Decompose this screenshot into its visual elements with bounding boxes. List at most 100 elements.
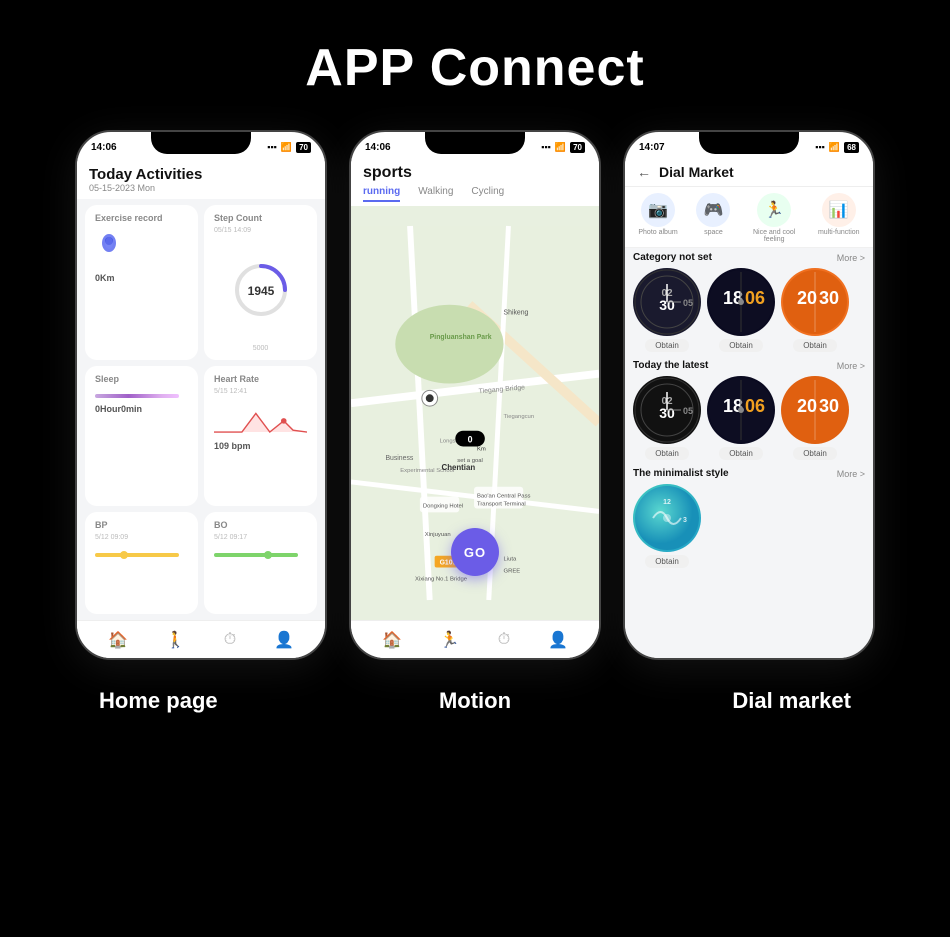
category-more[interactable]: More > [837,253,865,263]
phone2-title: sports [363,164,587,182]
bo-dot [264,551,272,559]
latest-more[interactable]: More > [837,361,865,371]
map-area: Pingluanshan Park Tiegang Bridge Tiegang… [351,206,599,620]
nav2-home-icon[interactable]: 🏠 [382,630,402,650]
dial-section-category: Category not set More > 02 30 05 [625,248,873,356]
exercise-label: Exercise record [95,213,188,223]
nav-home-icon[interactable]: 🏠 [108,630,128,650]
svg-text:20: 20 [797,288,817,308]
step-sublabel: 05/15 14:09 [214,227,307,234]
svg-text:Liuta: Liuta [504,557,517,563]
bottom-labels: Home page Motion Dial market [0,688,950,714]
minimalist-items: 12 3 Obtain [633,484,865,568]
svg-text:30: 30 [819,396,839,416]
dial-item-3: 20 30 Obtain [781,268,849,352]
nav-watch-icon[interactable]: ⏱ [224,631,236,649]
bp-label: BP [95,520,188,530]
phone-motion: 14:06 ▪▪▪ 📶 70 sports running Walking Cy… [349,130,601,660]
cat-photo-album[interactable]: 📷 Photo album [638,193,677,243]
latest-header: Today the latest More > [633,360,865,371]
cat-space-label: space [704,229,723,236]
heart-value: 109 bpm [214,441,307,451]
bo-bar [214,553,298,557]
phone1-content: Today Activities 05-15-2023 Mon Exercise… [77,158,325,658]
heart-graph [214,403,307,435]
svg-text:30: 30 [819,288,839,308]
svg-text:Km: Km [477,446,486,452]
phone1-signal: ▪▪▪ [267,142,277,152]
tab-walking[interactable]: Walking [418,186,453,202]
svg-text:18: 18 [723,288,743,308]
svg-text:06: 06 [745,288,765,308]
label-home: Home page [32,688,284,714]
dial-item-6: 20 30 Obtain [781,376,849,460]
step-goal: 5000 [214,345,307,352]
label-motion: Motion [349,688,601,714]
dial-item-4: 02 30 05 Obtain [633,376,701,460]
dial-face-6: 20 30 [781,376,849,444]
exercise-km: 0Km [95,273,188,283]
svg-text:Shikeng: Shikeng [504,310,529,317]
cat-photo-icon: 📷 [641,193,675,227]
heart-label: Heart Rate [214,374,307,384]
phone3-notch [699,132,799,154]
cat-space[interactable]: 🎮 space [696,193,730,243]
cat-nice-cool[interactable]: 🏃 Nice and cool feeling [749,193,799,243]
obtain-btn-6[interactable]: Obtain [793,447,837,460]
svg-text:GREE: GREE [504,568,521,574]
dial-face-4: 02 30 05 [633,376,701,444]
svg-text:12: 12 [663,499,671,506]
label-dial: Dial market [666,688,918,714]
bo-card: BO 5/12 09:17 [204,512,317,614]
back-arrow-icon[interactable]: ← [637,164,651,180]
obtain-btn-5[interactable]: Obtain [719,447,763,460]
phone1-time: 14:06 [91,142,117,153]
bp-dot [120,551,128,559]
tab-cycling[interactable]: Cycling [471,186,504,202]
svg-text:Dongxing Hotel: Dongxing Hotel [423,503,463,509]
dial-face-1: 02 30 05 [633,268,701,336]
dial-face-2: 18 06 [707,268,775,336]
bp-card: BP 5/12 09:09 [85,512,198,614]
phone2-status-right: ▪▪▪ 📶 70 [541,142,585,153]
phone2-time: 14:06 [365,142,391,153]
bp-bar [95,553,179,557]
svg-text:set a goal: set a goal [457,458,483,464]
phone1-battery: 70 [296,142,311,153]
svg-text:Chentian: Chentian [442,463,476,472]
phone1-wifi: 📶 [281,142,292,153]
nav2-watch-icon[interactable]: ⏱ [498,631,510,649]
nav-user-icon[interactable]: 👤 [274,630,294,650]
sleep-value: 0Hour0min [95,404,188,414]
svg-text:0: 0 [468,435,473,445]
cat-multifunction[interactable]: 📊 multi-function [818,193,860,243]
nav-activity-icon[interactable]: 🚶 [166,630,186,650]
bo-label: BO [214,520,307,530]
minimalist-header: The minimalist style More > [633,468,865,479]
heart-sublabel: 5/15 12:41 [214,388,307,395]
obtain-btn-4[interactable]: Obtain [645,447,689,460]
svg-text:18: 18 [723,396,743,416]
category-title: Category not set [633,252,712,263]
tab-running[interactable]: running [363,186,400,202]
category-header: Category not set More > [633,252,865,263]
obtain-btn-3[interactable]: Obtain [793,339,837,352]
heart-rate-card: Heart Rate 5/15 12:41 109 bpm [204,366,317,506]
exercise-card: Exercise record 0Km [85,205,198,360]
obtain-btn-1[interactable]: Obtain [645,339,689,352]
nav2-user-icon[interactable]: 👤 [548,630,568,650]
phone2-battery: 70 [570,142,585,153]
go-button[interactable]: GO [451,528,499,576]
phone1-header-date: 05-15-2023 Mon [89,183,313,193]
minimalist-title: The minimalist style [633,468,729,479]
phone1-header: Today Activities 05-15-2023 Mon [77,158,325,199]
svg-text:Business: Business [385,455,413,462]
obtain-btn-7[interactable]: Obtain [645,555,689,568]
dial-section-latest: Today the latest More > 02 30 05 [625,356,873,464]
phone-home: 14:06 ▪▪▪ 📶 70 Today Activities 05-15-20… [75,130,327,660]
nav2-motion-icon[interactable]: 🏃 [440,630,460,650]
exercise-icon [95,231,123,265]
phone3-title: Dial Market [659,164,734,180]
obtain-btn-2[interactable]: Obtain [719,339,763,352]
minimalist-more[interactable]: More > [837,469,865,479]
